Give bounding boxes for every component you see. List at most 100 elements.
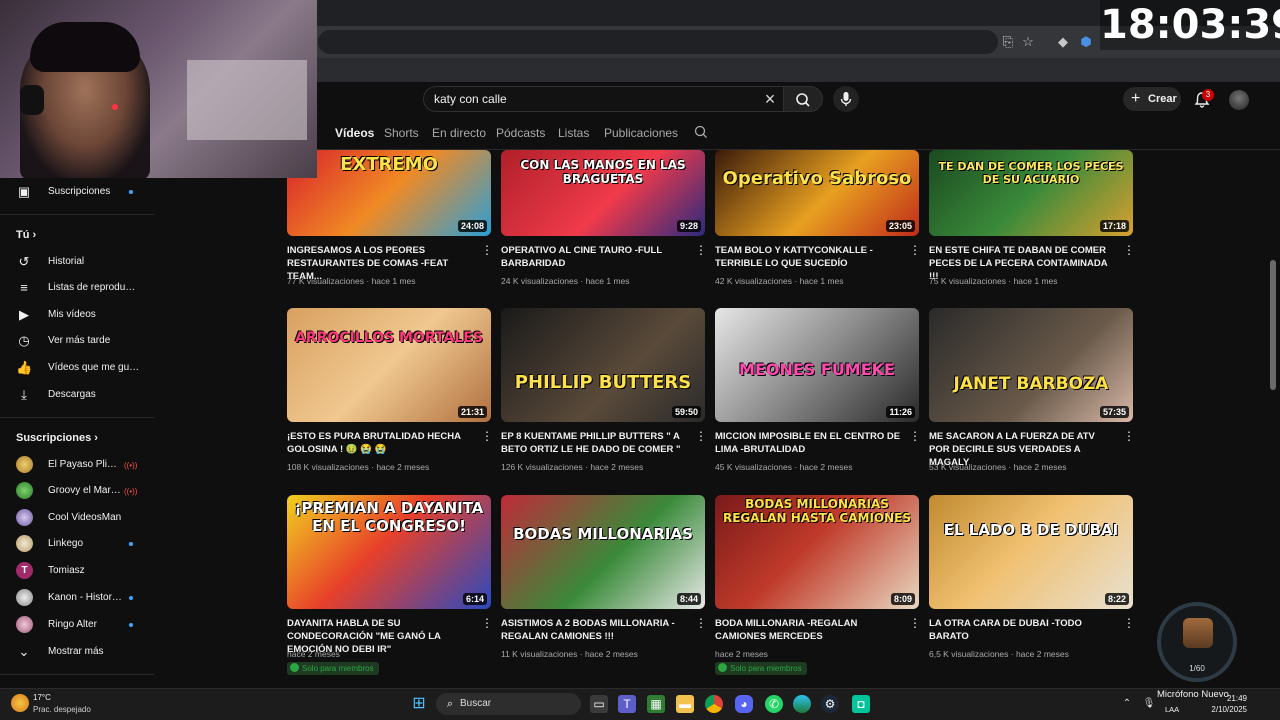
address-bar[interactable] — [318, 30, 998, 54]
sidebar-item-playlists[interactable]: ≡ Listas de reproducc... — [0, 275, 154, 301]
sidebar-item-subscriptions[interactable]: ▣ Suscripciones — [0, 179, 154, 205]
sidebar-item-history[interactable]: ↺ Historial — [0, 249, 154, 275]
teams-icon[interactable]: T — [618, 695, 636, 713]
task-view-icon[interactable]: ▭ — [590, 695, 608, 713]
whatsapp-icon[interactable]: ✆ — [765, 695, 783, 713]
sidebar-channel[interactable]: El Payaso Plim P... ((•)) — [0, 452, 154, 478]
sidebar-show-more[interactable]: ⌄ Mostrar más — [0, 639, 154, 665]
video-thumbnail[interactable]: TE DAN DE COMER LOS PECES DE SU ACUARIO 1… — [929, 150, 1133, 236]
mic-icon[interactable]: 🎙 — [1140, 695, 1158, 713]
sidebar-item-my-videos[interactable]: ▶ Mis vídeos — [0, 302, 154, 328]
video-title[interactable]: OPERATIVO AL CINE TAURO -FULL BARBARIDAD — [501, 244, 689, 270]
more-options-icon[interactable]: ⋮ — [1123, 617, 1135, 629]
video-card[interactable]: JANET BARBOZA 57:35 ME SACARON A LA FUERZA… — [929, 308, 1135, 498]
sidebar-channel[interactable]: Linkego — [0, 531, 154, 557]
chrome-icon[interactable] — [705, 695, 723, 713]
install-icon[interactable]: ⎘ — [1000, 34, 1016, 50]
sidebar-item-label: Vídeos que me gus... — [48, 362, 140, 373]
more-options-icon[interactable]: ⋮ — [481, 430, 493, 442]
more-options-icon[interactable]: ⋮ — [695, 617, 707, 629]
video-meta: 126 K visualizaciones · hace 2 meses — [501, 462, 701, 472]
store-icon[interactable]: ▦ — [647, 695, 665, 713]
sidebar-channel[interactable]: Ringo Alter — [0, 612, 154, 638]
discord-icon[interactable]: ◕ — [735, 695, 753, 713]
steam-icon[interactable]: ⚙ — [821, 695, 839, 713]
video-title[interactable]: MICCION IMPOSIBLE EN EL CENTRO DE LIMA -… — [715, 430, 903, 456]
video-thumbnail[interactable]: MEONES FUMEKE 11:26 — [715, 308, 919, 422]
new-content-dot — [129, 596, 133, 600]
video-duration: 57:35 — [1099, 406, 1129, 418]
more-options-icon[interactable]: ⋮ — [695, 244, 707, 256]
sidebar-item-liked[interactable]: 👍 Vídeos que me gus... — [0, 355, 154, 381]
video-thumbnail[interactable]: BODAS MILLONARIAS REGALAN HASTA CAMIONES… — [715, 495, 919, 609]
video-card[interactable]: ARROCILLOS MORTALES 21:31 ¡ESTO ES PURA BR… — [287, 308, 493, 498]
video-card[interactable]: PHILLIP BUTTERS 59:50 EP 8 KUENTAME PHILLI… — [501, 308, 707, 498]
extension-icon[interactable]: ◆ — [1055, 34, 1071, 50]
members-only-badge: Solo para miembros — [715, 662, 807, 675]
channel-name: Cool VideosMan — [48, 512, 122, 523]
more-options-icon[interactable]: ⋮ — [481, 617, 493, 629]
more-options-icon[interactable]: ⋮ — [1123, 430, 1135, 442]
weather-icon[interactable] — [11, 694, 29, 712]
video-title[interactable]: EP 8 KUENTAME PHILLIP BUTTERS " A BETO O… — [501, 430, 689, 456]
video-title[interactable]: TEAM BOLO Y KATTYCONKALLE - TERRIBLE LO … — [715, 244, 903, 270]
video-card[interactable]: BODAS MILLONARIAS 8:44 ASISTIMOS A 2 BODAS… — [501, 495, 707, 685]
members-only-label: Solo para miembros — [302, 664, 374, 673]
create-button[interactable]: + Crear — [1123, 87, 1181, 111]
more-options-icon[interactable]: ⋮ — [695, 430, 707, 442]
sidebar-channel[interactable]: Kanon - Historia... — [0, 585, 154, 611]
chevron-up-icon[interactable]: ⌃ — [1118, 695, 1136, 713]
sidebar-channel[interactable]: T Tomiasz — [0, 558, 154, 584]
video-title[interactable]: LA OTRA CARA DE DUBAI -TODO BARATO — [929, 617, 1117, 643]
video-thumbnail[interactable]: Operativo Sabroso 23:05 — [715, 150, 919, 236]
account-avatar[interactable] — [1229, 90, 1249, 110]
video-thumbnail[interactable]: EL LADO B DE DUBAI 8:22 — [929, 495, 1133, 609]
sidebar-item-watch-later[interactable]: ◷ Ver más tarde — [0, 328, 154, 354]
system-time[interactable]: 21:49 — [1221, 694, 1247, 703]
more-options-icon[interactable]: ⋮ — [481, 244, 493, 256]
voice-search-button[interactable] — [833, 86, 859, 112]
video-card[interactable]: TE DAN DE COMER LOS PECES DE SU ACUARIO 1… — [929, 122, 1135, 312]
video-card[interactable]: EXTREMO 24:08 INGRESAMOS A LOS PEORES REST… — [287, 122, 493, 312]
video-age: hace 1 mes — [371, 276, 416, 286]
sidebar-channel[interactable]: Cool VideosMan — [0, 505, 154, 531]
page-scrollbar[interactable] — [1270, 150, 1276, 690]
video-card[interactable]: ¡PREMIAN A DAYANITA EN EL CONGRESO! 6:14 D… — [287, 495, 493, 685]
search-button[interactable] — [783, 86, 823, 112]
video-thumbnail[interactable]: CON LAS MANOS EN LAS BRAGUETAS 9:28 — [501, 150, 705, 236]
members-only-badge: Solo para miembros — [287, 662, 379, 675]
video-thumbnail[interactable]: ¡PREMIAN A DAYANITA EN EL CONGRESO! 6:14 — [287, 495, 491, 609]
extension-shield-icon[interactable]: ⬢ — [1078, 34, 1094, 50]
system-date[interactable]: 2/10/2025 — [1200, 705, 1247, 714]
windows-start-icon[interactable]: ⊞ — [410, 695, 428, 713]
video-card[interactable]: EL LADO B DE DUBAI 8:22 LA OTRA CARA DE DU… — [929, 495, 1135, 685]
scrollbar-thumb[interactable] — [1270, 260, 1276, 390]
video-title[interactable]: ASISTIMOS A 2 BODAS MILLONARIA - REGALAN… — [501, 617, 689, 643]
video-thumbnail[interactable]: EXTREMO 24:08 — [287, 150, 491, 236]
video-thumbnail[interactable]: PHILLIP BUTTERS 59:50 — [501, 308, 705, 422]
video-thumbnail[interactable]: BODAS MILLONARIAS 8:44 — [501, 495, 705, 609]
app-icon[interactable]: ◘ — [852, 695, 870, 713]
sidebar-channel[interactable]: Groovy el Marcia... ((•)) — [0, 478, 154, 504]
clear-search-icon[interactable]: × — [760, 89, 780, 109]
more-options-icon[interactable]: ⋮ — [1123, 244, 1135, 256]
video-thumbnail[interactable]: ARROCILLOS MORTALES 21:31 — [287, 308, 491, 422]
video-thumbnail[interactable]: JANET BARBOZA 57:35 — [929, 308, 1133, 422]
sidebar-you-heading[interactable]: Tú › — [16, 229, 36, 241]
video-card[interactable]: BODAS MILLONARIAS REGALAN HASTA CAMIONES… — [715, 495, 921, 685]
video-card[interactable]: CON LAS MANOS EN LAS BRAGUETAS 9:28 OPERAT… — [501, 122, 707, 312]
sidebar-item-downloads[interactable]: ⤓ Descargas — [0, 382, 154, 408]
bookmark-star-icon[interactable]: ☆ — [1020, 34, 1036, 50]
video-card[interactable]: Operativo Sabroso 23:05 TEAM BOLO Y KATTYC… — [715, 122, 921, 312]
video-title[interactable]: BODA MILLONARIA -REGALAN CAMIONES MERCED… — [715, 617, 903, 643]
sidebar-subscriptions-heading[interactable]: Suscripciones › — [16, 432, 98, 444]
input-language[interactable]: LAA — [1165, 705, 1179, 714]
thumbnail-caption: EXTREMO — [340, 154, 438, 175]
file-explorer-icon[interactable]: ▬ — [676, 695, 694, 713]
edge-icon[interactable] — [793, 695, 811, 713]
more-options-icon[interactable]: ⋮ — [909, 617, 921, 629]
video-card[interactable]: MEONES FUMEKE 11:26 MICCION IMPOSIBLE EN E… — [715, 308, 921, 498]
video-title[interactable]: ¡ESTO ES PURA BRUTALIDAD HECHA GOLOSINA … — [287, 430, 475, 456]
more-options-icon[interactable]: ⋮ — [909, 244, 921, 256]
more-options-icon[interactable]: ⋮ — [909, 430, 921, 442]
